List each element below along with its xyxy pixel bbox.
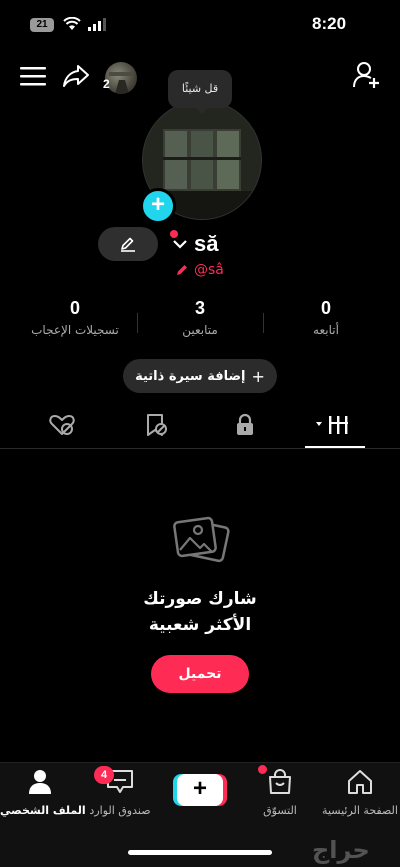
add-bio-button[interactable]: إضافة سيرة ذاتية + xyxy=(123,359,277,393)
tabs-divider xyxy=(0,448,400,449)
profile-icon xyxy=(29,770,51,794)
handle-text: @sâ xyxy=(194,262,224,278)
pencil-red-icon xyxy=(177,265,187,275)
home-icon xyxy=(348,770,372,794)
stat-value: 0 xyxy=(69,298,80,318)
create-button[interactable]: + xyxy=(177,774,223,806)
tab-favorites[interactable] xyxy=(130,410,180,440)
nav-home-label: الصفحة الرئيسية xyxy=(322,804,398,817)
stat-value: 0 xyxy=(320,298,331,318)
menu-icon[interactable] xyxy=(20,66,46,86)
signal-icon xyxy=(88,18,106,31)
tab-private[interactable] xyxy=(220,410,270,440)
bookmark-hidden-icon xyxy=(147,414,167,436)
nav-shop-label: التسوّق xyxy=(263,804,297,817)
stat-label: تسجيلات الإعجاب xyxy=(31,323,119,337)
nav-inbox-label: صندوق الوارد xyxy=(89,804,151,817)
watermark-logo: حراج xyxy=(312,836,370,864)
tab-videos[interactable] xyxy=(310,410,360,440)
shop-notification-dot xyxy=(258,765,267,774)
username: să xyxy=(194,231,219,256)
active-tab-indicator xyxy=(305,446,365,448)
stat-followers[interactable]: 3 متابعين xyxy=(145,298,255,337)
plus-icon: + xyxy=(251,366,265,386)
shopping-bag-icon xyxy=(269,769,291,794)
profile-handle[interactable]: @sâ xyxy=(175,262,224,278)
inbox-badge: 4 xyxy=(94,766,114,784)
stat-likes[interactable]: 0 تسجيلات الإعجاب xyxy=(20,298,130,337)
lock-icon xyxy=(237,413,253,435)
nav-home[interactable]: الصفحة الرئيسية xyxy=(320,768,400,817)
wifi-icon xyxy=(63,17,81,30)
battery-indicator: 21 xyxy=(30,18,54,32)
stat-divider xyxy=(263,313,264,333)
nav-profile-label: الملف الشخصي xyxy=(0,804,86,817)
nav-profile[interactable]: الملف الشخصي xyxy=(0,768,86,817)
grid-videos-icon xyxy=(316,416,348,434)
stat-label: متابعين xyxy=(182,323,218,337)
add-friend-icon[interactable] xyxy=(352,60,382,90)
friends-count: 2 xyxy=(103,77,110,91)
nav-shop[interactable]: التسوّق xyxy=(240,768,320,817)
tab-liked[interactable] xyxy=(37,410,87,440)
pencil-icon xyxy=(121,237,135,252)
empty-state-title: شارك صورتك الأكثر شعبية xyxy=(50,586,350,638)
nav-inbox[interactable]: صندوق الوارد xyxy=(80,768,160,817)
share-icon[interactable] xyxy=(62,64,90,88)
heart-hidden-icon xyxy=(49,415,75,435)
home-indicator[interactable] xyxy=(128,850,272,855)
stat-following[interactable]: 0 أتابعه xyxy=(271,298,381,337)
status-time: 8:20 xyxy=(312,14,347,33)
say-something-bubble[interactable]: قل شيئًا xyxy=(168,70,232,114)
chevron-down-icon xyxy=(173,240,187,249)
add-avatar-button[interactable]: + xyxy=(140,188,176,224)
add-bio-label: إضافة سيرة ذاتية xyxy=(135,368,246,384)
stat-divider xyxy=(137,313,138,333)
username-switcher[interactable]: să xyxy=(172,231,218,257)
empty-title-line1: شارك صورتك xyxy=(143,589,257,609)
stat-label: أتابعه xyxy=(313,323,339,337)
photos-icon xyxy=(173,516,230,563)
upload-button[interactable]: تحميل xyxy=(151,655,249,693)
stat-value: 3 xyxy=(194,298,205,318)
empty-title-line2: الأكثر شعبية xyxy=(148,615,252,635)
edit-profile-button[interactable] xyxy=(98,227,158,261)
